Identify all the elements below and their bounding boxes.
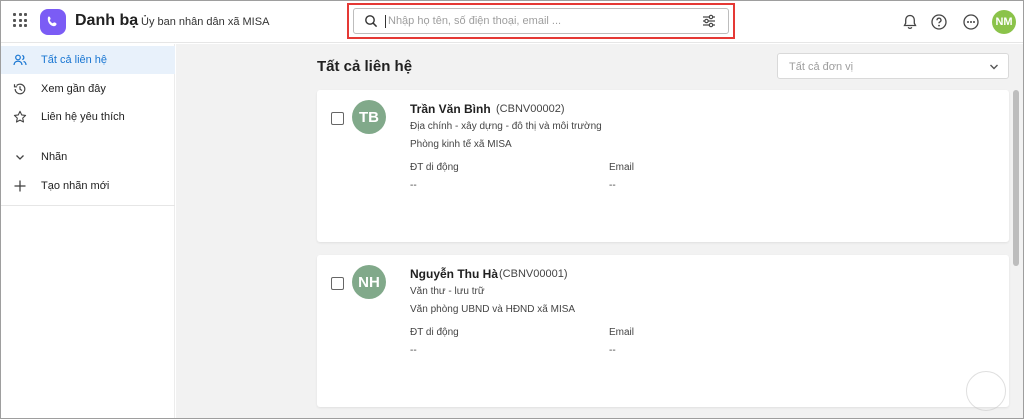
search-icon bbox=[365, 15, 378, 28]
sidebar-item-create-label[interactable]: Tạo nhãn mới bbox=[1, 172, 175, 200]
sidebar-divider bbox=[1, 205, 175, 206]
user-avatar[interactable]: NM bbox=[992, 10, 1016, 34]
sidebar-item-label: Xem gần đây bbox=[41, 83, 106, 95]
contact-department: Văn phòng UBND và HĐND xã MISA bbox=[410, 304, 576, 315]
contact-card[interactable]: TB Trần Văn Bình (CBNV00002) Địa chính -… bbox=[317, 90, 1009, 242]
sidebar-item-labels[interactable]: Nhãn bbox=[1, 143, 175, 171]
contacts-icon bbox=[13, 54, 27, 66]
apps-grid-icon[interactable] bbox=[13, 13, 27, 27]
mobile-value: -- bbox=[410, 345, 417, 356]
sidebar-item-label: Tạo nhãn mới bbox=[41, 180, 110, 192]
sidebar-item-all-contacts[interactable]: Tất cả liên hệ bbox=[1, 46, 175, 74]
sidebar-item-label: Tất cả liên hệ bbox=[41, 54, 108, 66]
search-box[interactable] bbox=[353, 8, 729, 34]
contact-avatar: TB bbox=[352, 100, 386, 134]
sidebar: Tất cả liên hệ Xem gần đây Liên hệ yêu t… bbox=[1, 44, 175, 418]
contact-position: Văn thư - lưu trữ bbox=[410, 286, 485, 297]
chevron-down-icon bbox=[990, 64, 998, 70]
contact-code: (CBNV00001) bbox=[499, 268, 568, 280]
filter-sliders-icon[interactable] bbox=[702, 14, 716, 28]
unit-filter-select[interactable]: Tất cả đơn vị bbox=[777, 53, 1009, 79]
star-icon bbox=[13, 110, 27, 123]
contact-code: (CBNV00002) bbox=[496, 103, 565, 115]
email-value: -- bbox=[609, 345, 616, 356]
organization-name: Ủy ban nhân dân xã MISA bbox=[141, 16, 270, 28]
help-icon[interactable] bbox=[930, 13, 948, 31]
email-label: Email bbox=[609, 327, 635, 338]
mobile-value: -- bbox=[410, 180, 417, 191]
contact-avatar: NH bbox=[352, 265, 386, 299]
search-input[interactable] bbox=[388, 15, 688, 27]
scrollbar-thumb[interactable] bbox=[1013, 90, 1019, 266]
email-value: -- bbox=[609, 180, 616, 191]
page-title: Tất cả liên hệ bbox=[317, 58, 413, 75]
contact-name[interactable]: Nguyễn Thu Hà bbox=[410, 267, 498, 281]
plus-icon bbox=[14, 180, 26, 192]
history-icon bbox=[13, 83, 26, 95]
sidebar-item-recent[interactable]: Xem gần đây bbox=[1, 75, 175, 103]
more-icon[interactable] bbox=[962, 13, 980, 31]
select-checkbox[interactable] bbox=[331, 277, 344, 290]
sidebar-item-label: Nhãn bbox=[41, 151, 68, 163]
unit-filter-placeholder: Tất cả đơn vị bbox=[789, 61, 854, 73]
mobile-label: ĐT di động bbox=[410, 327, 459, 338]
email-label: Email bbox=[609, 162, 635, 173]
app-logo-icon bbox=[40, 9, 66, 35]
contact-card[interactable]: NH Nguyễn Thu Hà (CBNV00001) Văn thư - l… bbox=[317, 255, 1009, 407]
bell-icon[interactable] bbox=[901, 13, 919, 31]
sidebar-item-label: Liên hệ yêu thích bbox=[41, 111, 125, 123]
contact-position: Địa chính - xây dựng - đô thị và môi trư… bbox=[410, 121, 602, 132]
text-caret bbox=[385, 14, 386, 28]
chevron-down-icon bbox=[16, 155, 24, 160]
contact-department: Phòng kinh tế xã MISA bbox=[410, 139, 512, 150]
watermark-seal bbox=[966, 371, 1006, 411]
select-checkbox[interactable] bbox=[331, 112, 344, 125]
sidebar-item-favorites[interactable]: Liên hệ yêu thích bbox=[1, 103, 175, 131]
mobile-label: ĐT di động bbox=[410, 162, 459, 173]
app-title: Danh bạ bbox=[75, 12, 139, 29]
main-content: Tất cả liên hệ Tất cả đơn vị TB Trần Văn… bbox=[176, 44, 1023, 418]
contact-name[interactable]: Trần Văn Bình bbox=[410, 102, 491, 116]
